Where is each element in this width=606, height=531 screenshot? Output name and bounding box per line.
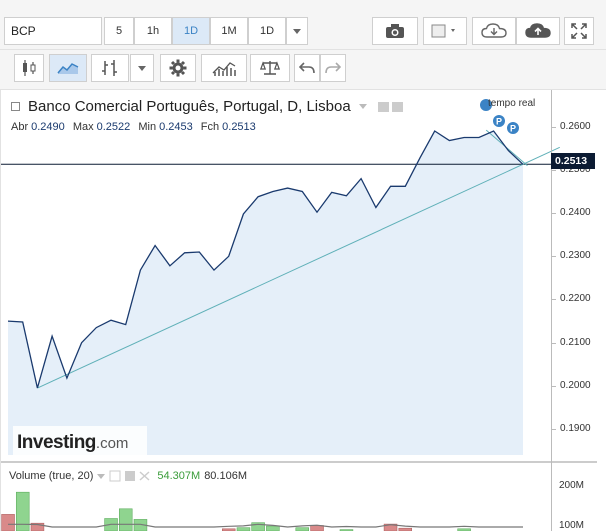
price-tick-mark (552, 256, 556, 258)
price-area-fill (8, 131, 523, 455)
brand-name: Investing (17, 432, 96, 453)
area-chart-icon (57, 63, 79, 74)
settings-button[interactable] (160, 54, 196, 82)
last-price-tag: 0.2513 (551, 153, 595, 169)
volume-label: Volume (true, 20) (9, 470, 94, 482)
volume-value-secondary: 80.106M (204, 470, 247, 482)
price-tick-label: 0.2600 (560, 120, 591, 132)
gear-icon (169, 59, 187, 77)
open-value: 0.2490 (31, 121, 65, 133)
volume-bar (1, 514, 15, 531)
studies-button[interactable] (201, 54, 247, 82)
fullscreen-icon (571, 23, 587, 39)
interval-dropdown[interactable] (286, 17, 308, 45)
studies-icon (212, 62, 236, 76)
candlestick-icon (23, 60, 36, 76)
chart-type-dropdown[interactable] (130, 54, 154, 82)
undo-button[interactable] (294, 54, 320, 82)
chevron-down-icon[interactable] (358, 104, 367, 109)
indicators-button[interactable] (91, 54, 129, 82)
price-tick-mark (552, 429, 556, 431)
price-tick-mark (552, 342, 556, 344)
price-chart[interactable]: PP (1, 90, 597, 531)
volume-value-primary: 54.307M (157, 470, 201, 482)
brand-logo: Investing.com (13, 426, 147, 460)
interval-1m[interactable]: 1M (210, 17, 248, 45)
undo-icon (299, 62, 315, 74)
brand-suffix: .com (95, 435, 129, 452)
price-tick-label: 0.2100 (560, 336, 591, 348)
collapse-icon[interactable] (11, 102, 20, 111)
compare-button[interactable] (250, 54, 290, 82)
secondary-toolbar (0, 50, 606, 90)
volume-bar (119, 508, 133, 531)
style-button[interactable] (423, 17, 467, 45)
load-cloud-button[interactable] (472, 17, 516, 45)
volume-legend: Volume (true, 20) 54.307M 80.106M (9, 470, 247, 482)
scales-icon (260, 61, 280, 75)
screenshot-button[interactable] (372, 17, 418, 45)
realtime-label: tempo real (488, 98, 536, 109)
eye-settings-icon[interactable] (377, 101, 407, 113)
interval-1h[interactable]: 1h (134, 17, 172, 45)
event-marker-label: P (496, 117, 502, 127)
symbol-input[interactable]: BCP (4, 17, 102, 45)
event-marker-label: P (510, 124, 516, 134)
chart-panel[interactable]: PP Banco Comercial Português, Portugal, … (0, 90, 597, 531)
price-tick-label: 0.2400 (560, 207, 591, 219)
price-tick-mark (552, 385, 556, 387)
bars-icon (102, 60, 117, 76)
save-cloud-button[interactable] (516, 17, 560, 45)
interval-5[interactable]: 5 (104, 17, 134, 45)
chevron-down-icon (138, 65, 146, 71)
series-title: Banco Comercial Português, Portugal, D, … (28, 98, 351, 115)
area-chart-button[interactable] (49, 54, 87, 82)
volume-bar (266, 525, 280, 531)
fullscreen-button[interactable] (564, 17, 594, 45)
camera-icon (386, 24, 404, 38)
volume-tick-200m: 200M (559, 480, 585, 491)
close-value: 0.2513 (222, 121, 256, 133)
chevron-down-icon (293, 28, 301, 34)
top-toolbar: BCP 5 1h 1D 1M 1D (0, 0, 606, 50)
cloud-upload-icon (525, 23, 551, 38)
volume-tick-100m: 100M (559, 520, 585, 531)
interval-custom[interactable]: 1D (248, 17, 286, 45)
ohlc-values: Abr 0.2490 Max 0.2522 Min 0.2453 Fch 0.2513 (11, 121, 256, 133)
price-tick-mark (552, 126, 556, 128)
price-tick-mark (552, 169, 556, 171)
price-tick-label: 0.1900 (560, 423, 591, 435)
redo-icon (325, 62, 341, 74)
volume-controls-icon[interactable] (109, 470, 153, 482)
series-legend: Banco Comercial Português, Portugal, D, … (11, 98, 407, 115)
color-swatch-icon (431, 24, 455, 38)
cloud-download-icon (481, 23, 507, 38)
candles-button[interactable] (14, 54, 44, 82)
volume-ma-line (8, 523, 523, 528)
high-value: 0.2522 (96, 121, 131, 133)
interval-1d[interactable]: 1D (172, 17, 210, 45)
volume-bar (16, 491, 30, 531)
redo-button[interactable] (320, 54, 346, 82)
price-tick-label: 0.2200 (560, 293, 591, 305)
price-tick-label: 0.2000 (560, 379, 591, 391)
price-tick-mark (552, 299, 556, 301)
chevron-down-icon[interactable] (97, 473, 106, 479)
low-value: 0.2453 (159, 121, 193, 133)
price-tick-mark (552, 213, 556, 215)
price-tick-label: 0.2300 (560, 250, 591, 262)
